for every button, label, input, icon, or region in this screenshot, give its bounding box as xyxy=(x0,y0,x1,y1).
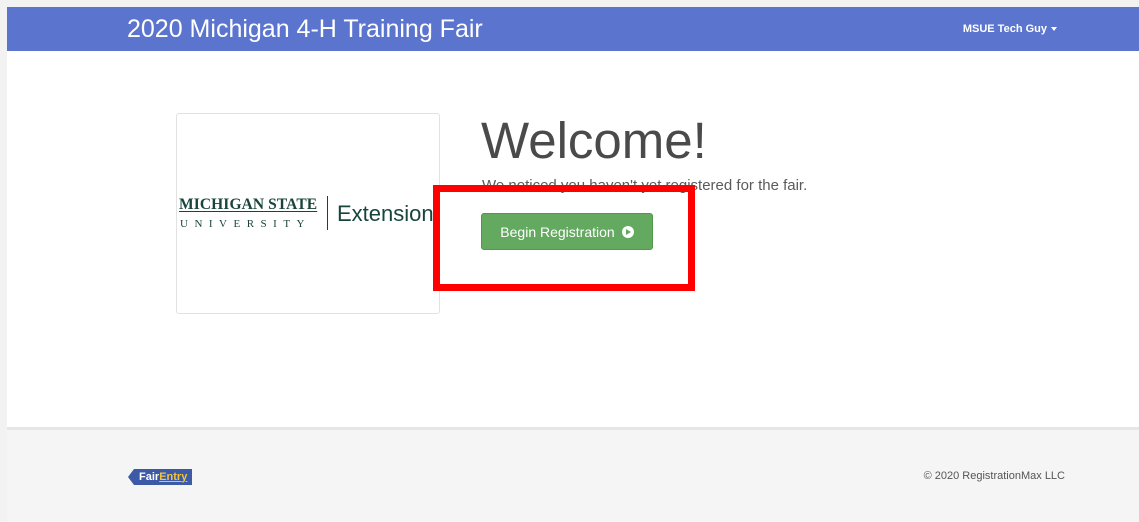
msu-logo-line2: UNIVERSITY xyxy=(180,218,311,230)
begin-registration-button[interactable]: Begin Registration xyxy=(481,213,653,250)
registration-notice: We noticed you haven't yet registered fo… xyxy=(482,177,808,194)
welcome-heading: Welcome! xyxy=(481,112,707,169)
navbar: 2020 Michigan 4-H Training Fair MSUE Tec… xyxy=(7,7,1139,51)
fairentry-logo[interactable]: Fair Entry xyxy=(128,467,208,486)
fairentry-logo-entry: Entry xyxy=(159,470,188,483)
user-menu-dropdown[interactable]: MSUE Tech Guy xyxy=(963,21,1057,37)
msu-extension-logo: MICHIGAN STATE UNIVERSITY Extension xyxy=(176,113,440,314)
msu-logo-extension: Extension xyxy=(337,201,434,226)
window-top-edge xyxy=(0,0,1139,7)
fairentry-logo-body: Fair Entry xyxy=(134,468,193,485)
begin-registration-label: Begin Registration xyxy=(500,223,615,240)
fairentry-logo-fair: Fair xyxy=(139,470,160,483)
navbar-title[interactable]: 2020 Michigan 4-H Training Fair xyxy=(127,15,483,43)
footer: Fair Entry © 2020 RegistrationMax LLC xyxy=(7,427,1139,522)
circle-arrow-right-icon xyxy=(621,225,634,238)
caret-down-icon xyxy=(1051,27,1057,32)
msu-logo-line1: MICHIGAN STATE xyxy=(179,196,318,213)
user-menu-label: MSUE Tech Guy xyxy=(962,23,1047,35)
copyright-text: © 2020 RegistrationMax LLC xyxy=(923,470,1065,482)
window-left-edge xyxy=(0,0,7,522)
msu-logo-divider xyxy=(327,196,328,230)
